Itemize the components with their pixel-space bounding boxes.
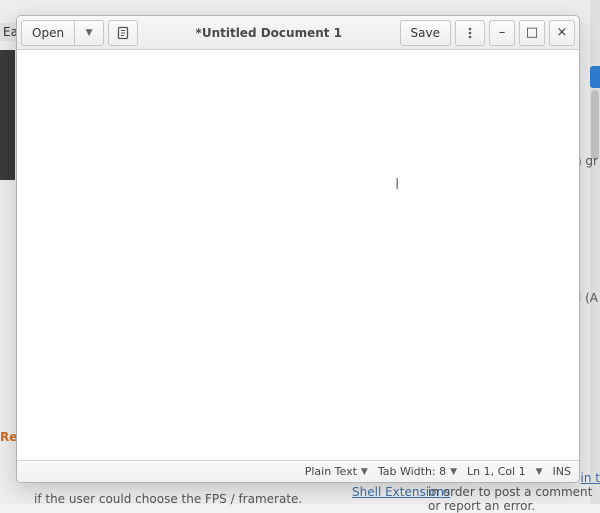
open-button[interactable]: Open	[21, 20, 74, 46]
status-bar: Plain Text ▼ Tab Width: 8 ▼ Ln 1, Col 1 …	[17, 460, 579, 482]
minimize-button[interactable]: –	[489, 20, 515, 46]
language-selector[interactable]: Plain Text ▼	[305, 465, 368, 478]
chevron-down-icon: ▼	[86, 28, 93, 38]
chevron-down-icon: ▼	[536, 467, 543, 477]
text-editor-window: Open ▼ *Untitled Document 1 Save – □	[16, 15, 580, 483]
chevron-down-icon: ▼	[361, 467, 368, 477]
bg-login-link[interactable]: in t	[581, 471, 600, 485]
bg-footer-tail: in order to post a comment or report an …	[428, 485, 600, 513]
insert-mode-label: INS	[553, 465, 571, 478]
hamburger-menu-button[interactable]	[455, 20, 485, 46]
save-button[interactable]: Save	[400, 20, 451, 46]
tab-width-label: Tab Width: 8	[378, 465, 446, 478]
maximize-button[interactable]: □	[519, 20, 545, 46]
maximize-icon: □	[526, 26, 538, 39]
new-document-button[interactable]	[108, 20, 138, 46]
bg-thumbnail-strip	[0, 50, 15, 180]
header-bar: Open ▼ *Untitled Document 1 Save – □	[17, 16, 579, 50]
cursor-position: Ln 1, Col 1	[467, 465, 526, 478]
bg-search-button[interactable]	[590, 66, 600, 88]
kebab-icon	[463, 26, 477, 40]
close-icon: ×	[557, 26, 568, 39]
editor-area[interactable]: I	[17, 50, 579, 460]
new-document-icon	[116, 26, 130, 40]
language-label: Plain Text	[305, 465, 357, 478]
close-button[interactable]: ×	[549, 20, 575, 46]
cursor-position-label: Ln 1, Col 1	[467, 465, 526, 478]
scrollbar-thumb[interactable]	[591, 90, 599, 160]
chevron-down-icon: ▼	[450, 467, 457, 477]
insert-mode[interactable]: INS	[553, 465, 571, 478]
open-button-group: Open ▼	[21, 20, 104, 46]
open-recent-dropdown[interactable]: ▼	[74, 20, 104, 46]
window-title: *Untitled Document 1	[142, 26, 395, 40]
minimize-icon: –	[499, 26, 506, 39]
open-button-label: Open	[32, 26, 64, 40]
tab-width-selector[interactable]: Tab Width: 8 ▼	[378, 465, 457, 478]
save-button-label: Save	[411, 26, 440, 40]
text-cursor-icon: I	[395, 175, 403, 191]
